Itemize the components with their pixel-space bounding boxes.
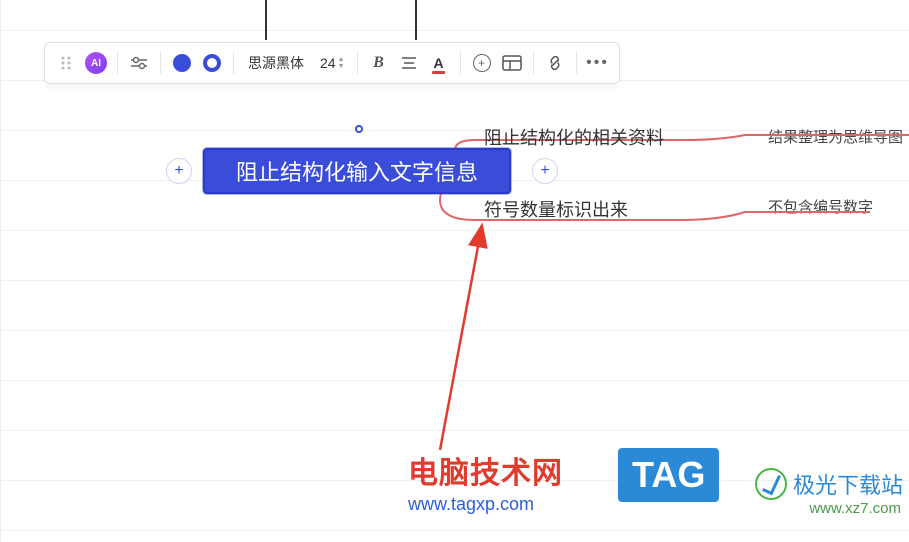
plus-icon: +	[540, 162, 549, 180]
font-size-control[interactable]: 24 ▲ ▼	[314, 49, 349, 77]
separator	[460, 52, 461, 74]
chevron-down-icon[interactable]: ▼	[338, 63, 345, 70]
ai-icon: AI	[85, 52, 107, 74]
bold-button[interactable]: B	[366, 49, 392, 77]
ellipsis-icon: •••	[586, 54, 609, 72]
watermark-title: 电脑技术网	[408, 448, 563, 492]
fill-color-swatch	[173, 54, 191, 72]
watermark-xz7: 极光下载站	[755, 468, 903, 500]
font-size-value: 24	[314, 55, 338, 71]
resize-handle-top[interactable]	[355, 125, 363, 133]
formatting-toolbar: AI 思源黑体 24 ▲ ▼ B A + •••	[44, 42, 620, 84]
mindmap-child-node[interactable]: 符号数量标识出来	[484, 196, 628, 222]
text-color-button[interactable]: A	[426, 49, 452, 77]
separator	[576, 52, 577, 74]
drag-handle-icon[interactable]	[53, 49, 79, 77]
layout-button[interactable]	[499, 49, 525, 77]
link-icon	[546, 54, 564, 72]
separator	[357, 52, 358, 74]
fill-color-button[interactable]	[169, 49, 195, 77]
mindmap-grandchild-node[interactable]: 结果整理为思维导图	[768, 126, 903, 147]
stroke-color-button[interactable]	[199, 49, 225, 77]
guide-line	[265, 0, 267, 40]
link-button[interactable]	[542, 49, 568, 77]
stroke-color-swatch	[203, 54, 221, 72]
settings-button[interactable]	[126, 49, 152, 77]
add-element-button[interactable]: +	[469, 49, 495, 77]
guide-line	[415, 0, 417, 40]
font-family-select[interactable]: 思源黑体	[242, 49, 310, 77]
watermark-tagxp: 电脑技术网 www.tagxp.com	[408, 448, 563, 515]
align-icon	[401, 56, 417, 70]
watermark-url-2: www.xz7.com	[809, 500, 901, 517]
mindmap-node-selected[interactable]: 阻止结构化输入文字信息	[203, 148, 511, 194]
sliders-icon	[130, 56, 148, 70]
ai-button[interactable]: AI	[83, 49, 109, 77]
add-sibling-left-button[interactable]: +	[166, 158, 192, 184]
chevron-up-icon[interactable]: ▲	[338, 56, 345, 63]
separator	[233, 52, 234, 74]
more-button[interactable]: •••	[585, 49, 611, 77]
mindmap-child-node[interactable]: 阻止结构化的相关资料	[484, 124, 664, 150]
watermark-logo-icon	[755, 468, 787, 500]
add-child-right-button[interactable]: +	[532, 158, 558, 184]
separator	[160, 52, 161, 74]
tag-badge: TAG	[618, 448, 719, 502]
separator	[533, 52, 534, 74]
align-button[interactable]	[396, 49, 422, 77]
node-text: 阻止结构化输入文字信息	[236, 155, 478, 187]
font-size-stepper[interactable]: ▲ ▼	[338, 56, 345, 70]
plus-icon: +	[174, 162, 183, 180]
layout-icon	[502, 55, 522, 71]
separator	[117, 52, 118, 74]
mindmap-grandchild-node[interactable]: 不包含编号数字	[768, 196, 873, 217]
text-color-icon: A	[433, 55, 443, 71]
watermark-url: www.tagxp.com	[408, 494, 563, 515]
plus-circle-icon: +	[473, 54, 491, 72]
watermark-text: 极光下载站	[793, 468, 903, 500]
